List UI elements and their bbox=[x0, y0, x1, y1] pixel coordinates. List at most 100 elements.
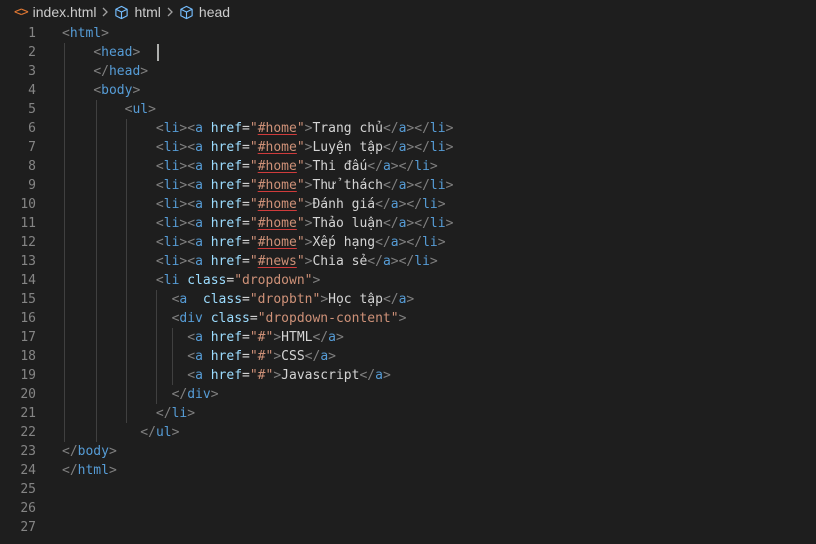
code-line[interactable]: 25 bbox=[0, 480, 816, 499]
code-line[interactable]: 26 bbox=[0, 499, 816, 518]
code-text[interactable]: </body> bbox=[62, 442, 117, 461]
code-line[interactable]: 8 <li><a href="#home">Thi đấu</a></li> bbox=[0, 157, 816, 176]
code-line[interactable]: 20 </div> bbox=[0, 385, 816, 404]
bracket-token: </ bbox=[382, 121, 399, 136]
code-line[interactable]: 5 <ul> bbox=[0, 100, 816, 119]
code-area[interactable]: 1 <html> 2 <head> 3 </head> 4 <body> 5 <ul> 6… bbox=[0, 24, 816, 537]
code-text[interactable]: <a href="#">HTML</a> bbox=[62, 328, 344, 347]
code-text[interactable]: <li><a href="#home">Đánh giá</a></li> bbox=[62, 195, 446, 214]
line-number: 14 bbox=[20, 273, 36, 288]
code-line[interactable]: 12 <li><a href="#home">Xếp hạng</a></li> bbox=[0, 233, 816, 252]
code-line[interactable]: 9 <li><a href="#home">Thử thách</a></li> bbox=[0, 176, 816, 195]
tag-name-token: a bbox=[375, 368, 383, 383]
string-token: #home bbox=[257, 121, 297, 136]
code-line[interactable]: 11 <li><a href="#home">Thảo luận</a></li… bbox=[0, 214, 816, 233]
code-text[interactable]: <li><a href="#home">Xếp hạng</a></li> bbox=[62, 233, 446, 252]
code-line[interactable]: 17 <a href="#">HTML</a> bbox=[0, 328, 816, 347]
bracket-token: > bbox=[437, 197, 446, 212]
text-token: Đánh giá bbox=[312, 197, 376, 212]
bracket-token: < bbox=[155, 254, 164, 269]
bracket-token: < bbox=[187, 349, 196, 364]
code-line[interactable]: 16 <div class="dropdown-content"> bbox=[0, 309, 816, 328]
tag-name-token: body bbox=[101, 83, 133, 98]
tag-name-token: a bbox=[195, 330, 203, 345]
text-token: = bbox=[249, 311, 258, 326]
bracket-token: >< bbox=[179, 121, 196, 136]
bracket-token: < bbox=[155, 235, 164, 250]
breadcrumb-head[interactable]: head bbox=[179, 4, 230, 20]
text-token: Trang chủ bbox=[312, 121, 383, 136]
string-token: " bbox=[296, 254, 305, 269]
text-token: = bbox=[242, 178, 250, 193]
bracket-token: < bbox=[155, 140, 164, 155]
code-text[interactable]: </head> bbox=[62, 62, 148, 81]
breadcrumb-file-label: index.html bbox=[32, 4, 97, 20]
code-text[interactable]: <a class="dropbtn">Học tập</a> bbox=[62, 290, 415, 309]
code-line[interactable]: 10 <li><a href="#home">Đánh giá</a></li> bbox=[0, 195, 816, 214]
breadcrumb-file[interactable]: <> index.html bbox=[14, 4, 96, 20]
bracket-token: >< bbox=[179, 216, 196, 231]
code-text[interactable]: <a href="#">CSS</a> bbox=[62, 347, 336, 366]
code-text[interactable]: </ul> bbox=[62, 423, 179, 442]
code-line[interactable]: 19 <a href="#">Javascript</a> bbox=[0, 366, 816, 385]
tag-name-token: a bbox=[195, 197, 203, 212]
text-token: Thử thách bbox=[312, 178, 383, 193]
code-line[interactable]: 23 </body> bbox=[0, 442, 816, 461]
code-text[interactable]: <div class="dropdown-content"> bbox=[62, 309, 407, 328]
code-text[interactable]: <li><a href="#home">Thảo luận</a></li> bbox=[62, 214, 453, 233]
code-text[interactable]: <a href="#">Javascript</a> bbox=[62, 366, 391, 385]
bracket-token: < bbox=[93, 83, 102, 98]
code-text[interactable]: <li><a href="#news">Chia sẻ</a></li> bbox=[62, 252, 438, 271]
code-text[interactable]: <li class="dropdown"> bbox=[62, 271, 320, 290]
code-text[interactable]: <li><a href="#home">Trang chủ</a></li> bbox=[62, 119, 453, 138]
bracket-token: >< bbox=[179, 178, 196, 193]
code-text[interactable]: </li> bbox=[62, 404, 195, 423]
code-text[interactable]: </html> bbox=[62, 461, 117, 480]
code-text[interactable]: <head> bbox=[62, 43, 159, 62]
tag-name-token: li bbox=[414, 254, 430, 269]
tag-name-token: li bbox=[163, 235, 180, 250]
code-line[interactable]: 22 </ul> bbox=[0, 423, 816, 442]
code-line[interactable]: 27 bbox=[0, 518, 816, 537]
code-text[interactable]: <li><a href="#home">Thi đấu</a></li> bbox=[62, 157, 438, 176]
text-token: Javascript bbox=[281, 368, 360, 383]
breadcrumb-html[interactable]: html bbox=[114, 4, 161, 20]
line-number: 12 bbox=[20, 235, 36, 250]
code-text[interactable]: <li><a href="#home">Thử thách</a></li> bbox=[62, 176, 453, 195]
string-token: #home bbox=[257, 140, 297, 155]
code-line[interactable]: 6 <li><a href="#home">Trang chủ</a></li> bbox=[0, 119, 816, 138]
code-line[interactable]: 15 <a class="dropbtn">Học tập</a> bbox=[0, 290, 816, 309]
code-line[interactable]: 24 </html> bbox=[0, 461, 816, 480]
tag-name-token: li bbox=[163, 197, 180, 212]
tag-name-token: li bbox=[163, 140, 180, 155]
bracket-token: < bbox=[62, 26, 70, 41]
code-text[interactable]: </div> bbox=[62, 385, 219, 404]
bracket-token: > bbox=[273, 330, 282, 345]
code-line[interactable]: 1 <html> bbox=[0, 24, 816, 43]
code-line[interactable]: 14 <li class="dropdown"> bbox=[0, 271, 816, 290]
line-number: 10 bbox=[20, 197, 36, 212]
code-text[interactable]: <li><a href="#home">Luyện tập</a></li> bbox=[62, 138, 453, 157]
code-editor[interactable]: <> index.html html head 1 <html> 2 <head> … bbox=[0, 0, 816, 544]
code-line[interactable]: 13 <li><a href="#news">Chia sẻ</a></li> bbox=[0, 252, 816, 271]
code-line[interactable]: 2 <head> bbox=[0, 43, 816, 62]
bracket-token: > bbox=[187, 406, 196, 421]
bracket-token: > bbox=[312, 273, 321, 288]
code-line[interactable]: 7 <li><a href="#home">Luyện tập</a></li> bbox=[0, 138, 816, 157]
code-text[interactable]: <html> bbox=[62, 24, 109, 43]
tag-name-token: ul bbox=[132, 102, 149, 117]
code-line[interactable]: 4 <body> bbox=[0, 81, 816, 100]
text-token: Học tập bbox=[328, 292, 383, 307]
code-line[interactable]: 3 </head> bbox=[0, 62, 816, 81]
bracket-token: >< bbox=[179, 197, 196, 212]
code-line[interactable]: 21 </li> bbox=[0, 404, 816, 423]
code-text[interactable]: <ul> bbox=[62, 100, 156, 119]
code-line[interactable]: 18 <a href="#">CSS</a> bbox=[0, 347, 816, 366]
tag-name-token: li bbox=[422, 235, 438, 250]
code-text[interactable]: <body> bbox=[62, 81, 140, 100]
